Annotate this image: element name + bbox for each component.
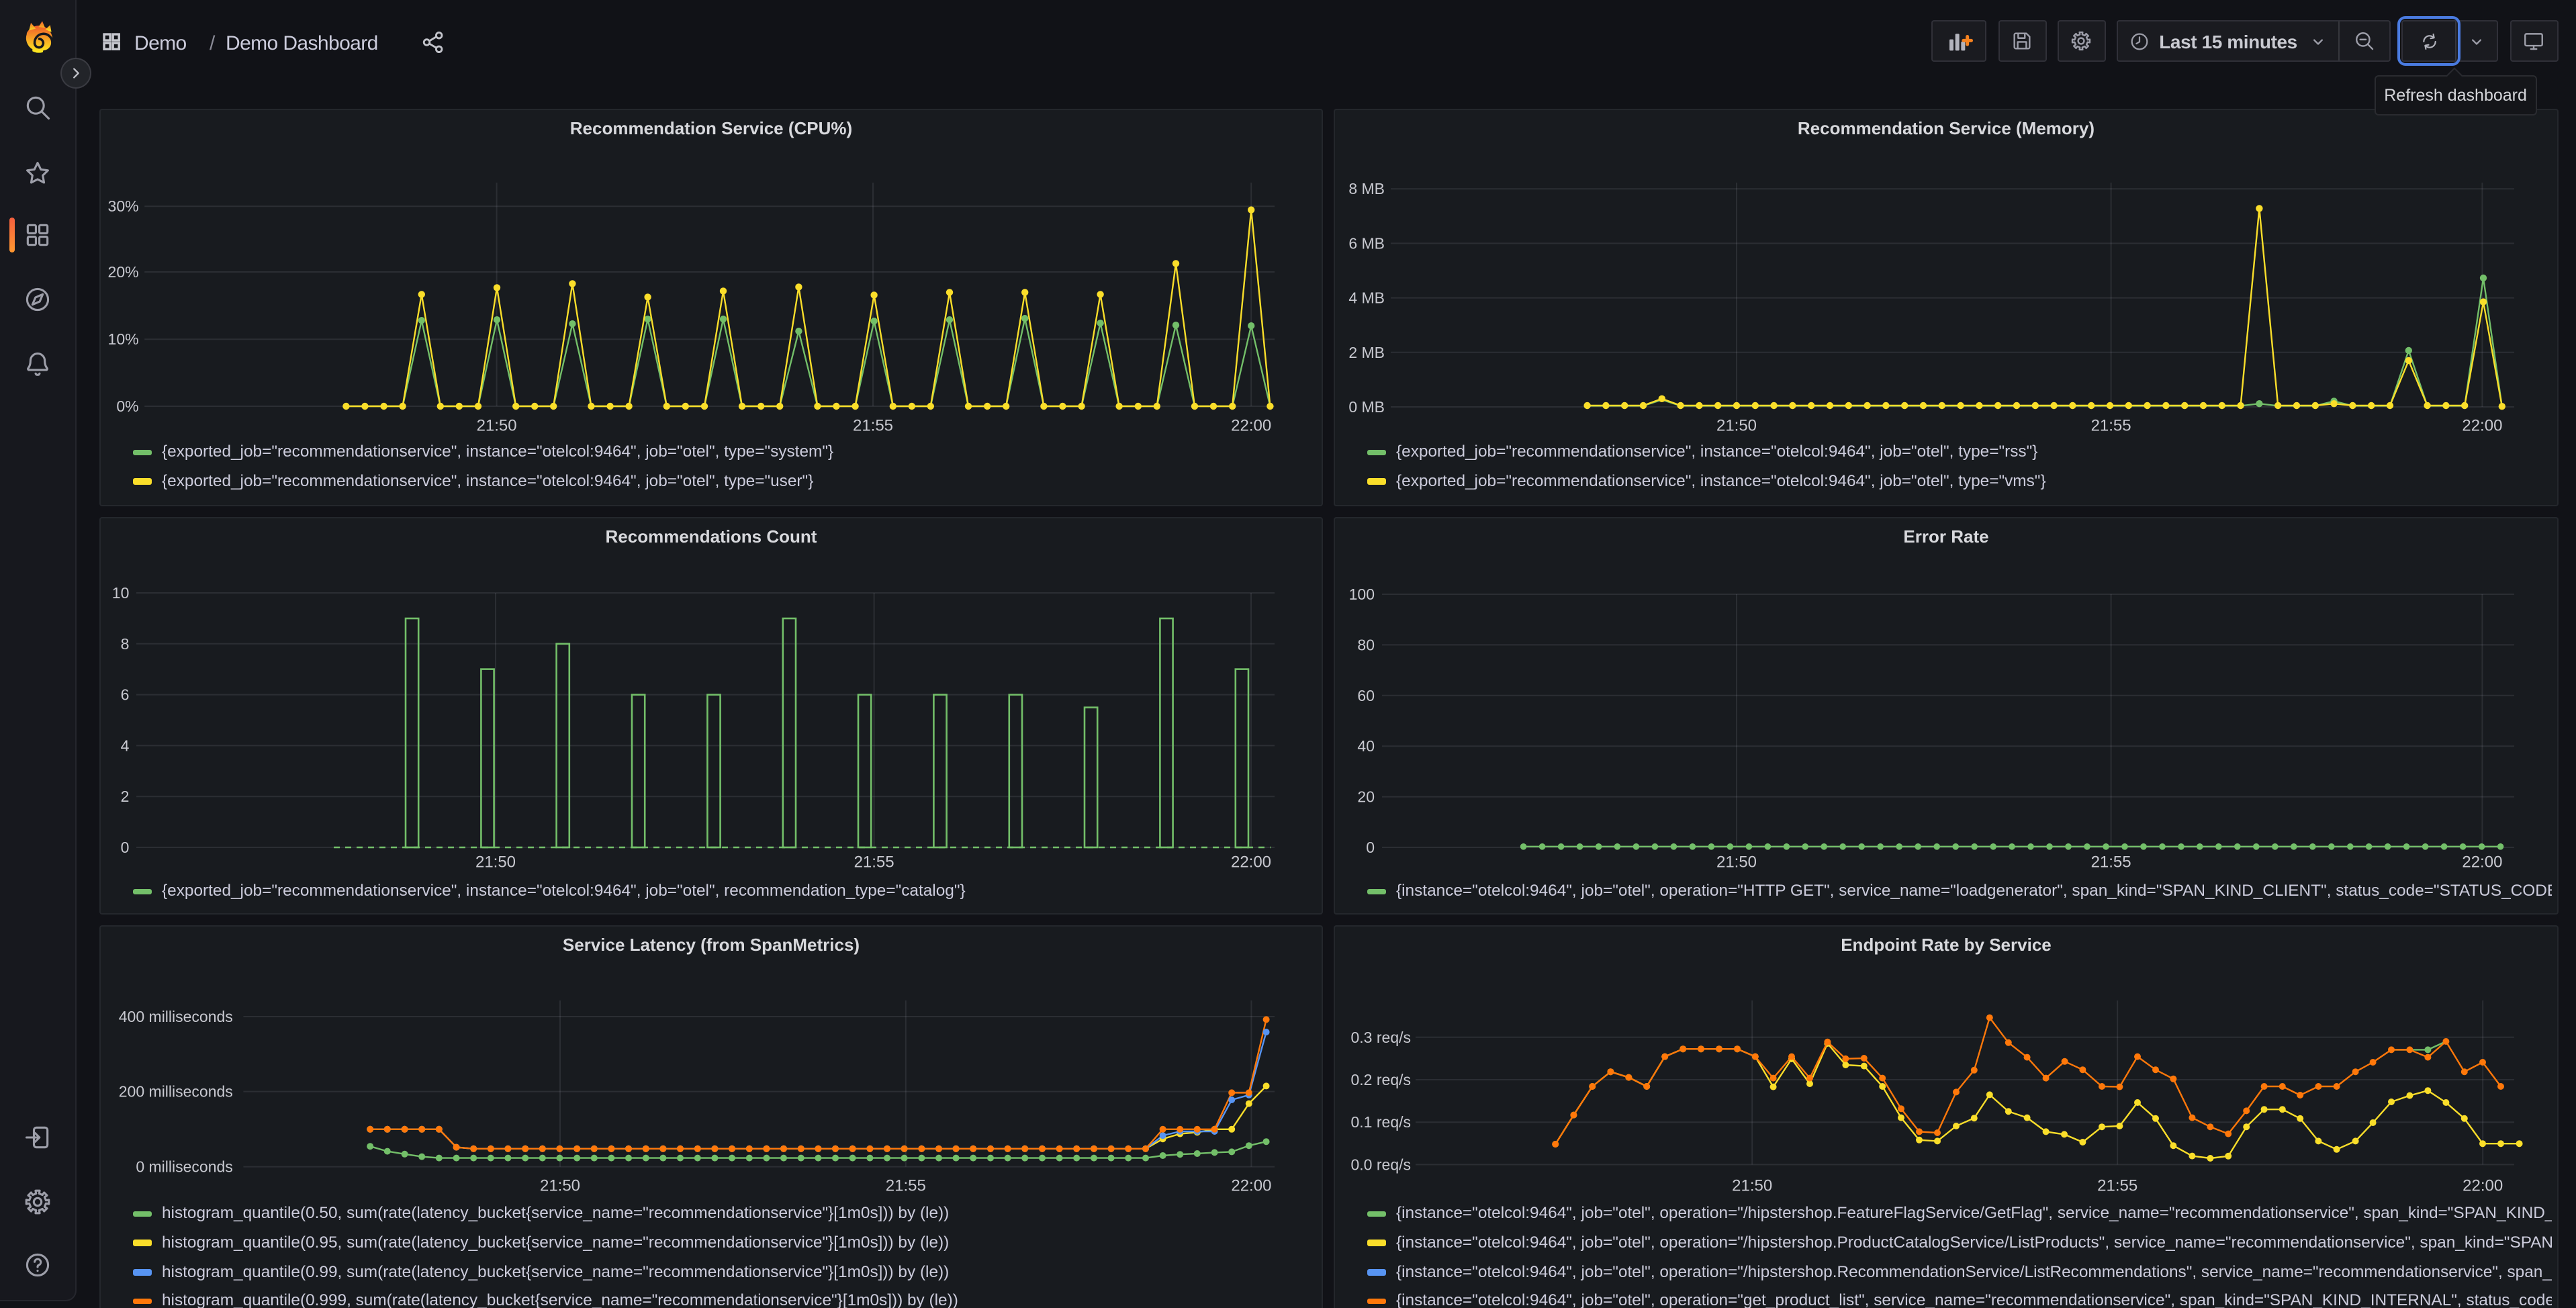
svg-text:21:55: 21:55: [853, 417, 893, 435]
svg-text:0.0 req/s: 0.0 req/s: [1351, 1156, 1412, 1173]
svg-text:0.3 req/s: 0.3 req/s: [1351, 1029, 1412, 1046]
svg-text:60: 60: [1357, 687, 1375, 704]
svg-text:8 MB: 8 MB: [1348, 180, 1385, 197]
svg-text:21:50: 21:50: [475, 853, 516, 872]
svg-text:100: 100: [1349, 586, 1375, 603]
svg-text:2: 2: [121, 788, 130, 805]
svg-text:4 MB: 4 MB: [1348, 289, 1385, 307]
svg-text:22:00: 22:00: [1231, 853, 1271, 872]
svg-text:21:50: 21:50: [1716, 417, 1757, 435]
svg-text:80: 80: [1357, 636, 1375, 653]
svg-text:21:50: 21:50: [1732, 1177, 1772, 1195]
svg-text:22:00: 22:00: [2462, 417, 2502, 435]
svg-text:30%: 30%: [108, 197, 139, 215]
svg-text:21:55: 21:55: [2091, 853, 2131, 872]
svg-text:6: 6: [121, 686, 130, 704]
svg-text:0: 0: [121, 839, 130, 856]
svg-text:21:50: 21:50: [477, 417, 517, 435]
svg-text:8: 8: [121, 635, 130, 653]
svg-text:4: 4: [121, 737, 130, 754]
svg-text:21:55: 21:55: [854, 853, 894, 872]
svg-text:6 MB: 6 MB: [1348, 234, 1385, 252]
svg-text:0 milliseconds: 0 milliseconds: [136, 1158, 232, 1176]
svg-text:10%: 10%: [108, 330, 139, 348]
svg-text:0 MB: 0 MB: [1348, 398, 1385, 416]
svg-text:22:00: 22:00: [1231, 1177, 1271, 1195]
svg-text:0%: 0%: [116, 398, 138, 415]
svg-text:21:55: 21:55: [886, 1177, 926, 1195]
svg-text:20%: 20%: [108, 263, 139, 281]
svg-text:20: 20: [1357, 788, 1375, 806]
svg-text:21:50: 21:50: [1716, 853, 1757, 872]
svg-text:21:50: 21:50: [540, 1177, 580, 1195]
svg-text:22:00: 22:00: [1231, 417, 1271, 435]
svg-text:0.2 req/s: 0.2 req/s: [1351, 1071, 1412, 1088]
svg-text:0.1 req/s: 0.1 req/s: [1351, 1113, 1412, 1131]
svg-text:21:55: 21:55: [2097, 1177, 2137, 1195]
svg-text:200 milliseconds: 200 milliseconds: [119, 1083, 233, 1101]
svg-text:10: 10: [112, 584, 130, 602]
svg-text:22:00: 22:00: [2462, 853, 2502, 872]
svg-text:22:00: 22:00: [2463, 1177, 2503, 1195]
svg-text:21:55: 21:55: [2091, 417, 2131, 435]
svg-text:400 milliseconds: 400 milliseconds: [119, 1008, 233, 1025]
svg-text:40: 40: [1357, 737, 1375, 755]
svg-text:0: 0: [1366, 839, 1375, 856]
svg-text:2 MB: 2 MB: [1348, 344, 1385, 361]
